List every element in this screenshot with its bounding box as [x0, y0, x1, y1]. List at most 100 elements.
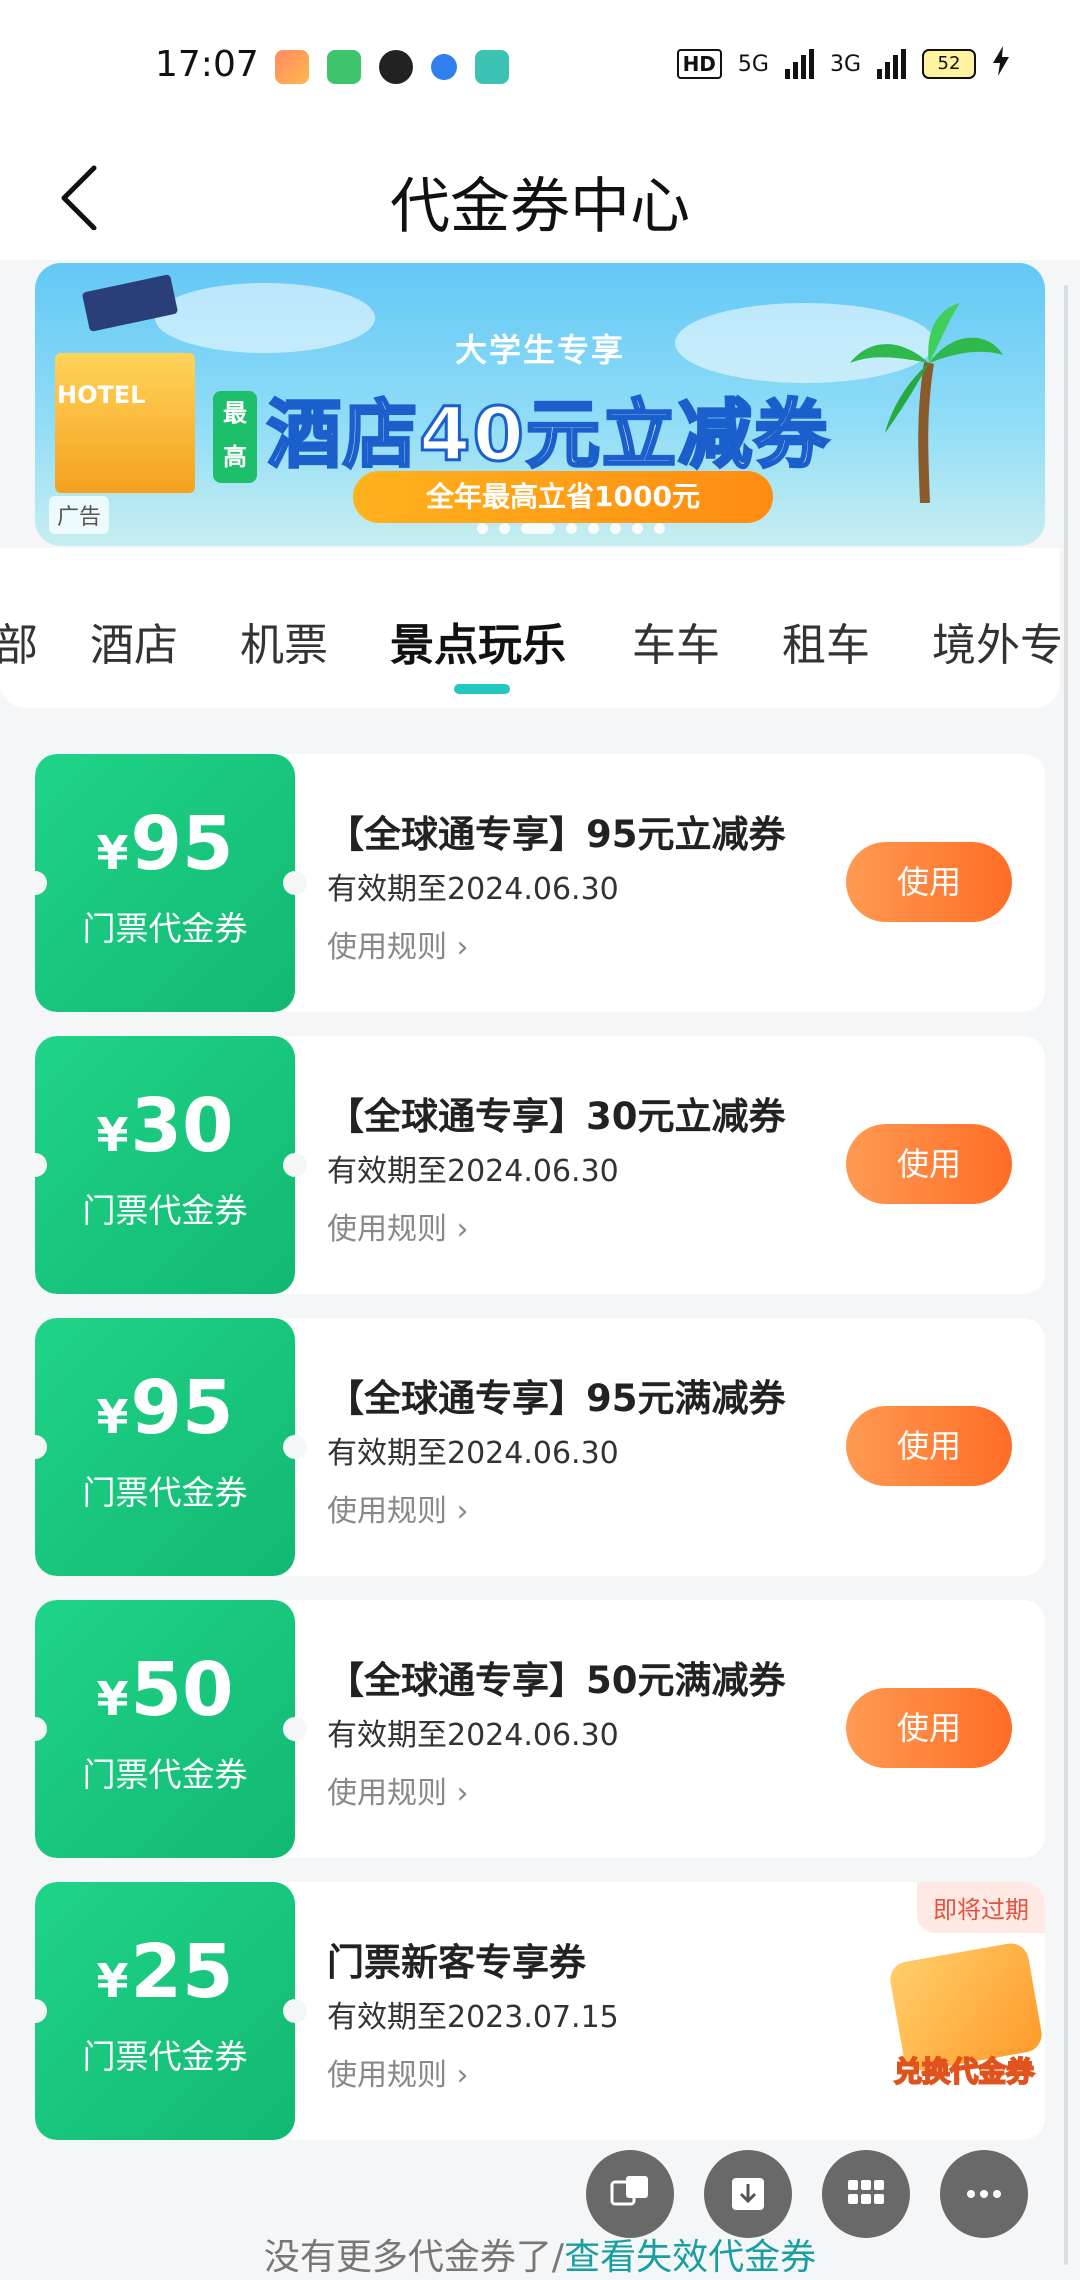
- wechat-icon: [379, 50, 413, 84]
- download-icon: [732, 2178, 764, 2210]
- tab-car[interactable]: 车车: [632, 620, 720, 672]
- charging-icon: [992, 46, 1010, 82]
- use-coupon-button[interactable]: 使用: [846, 1688, 1012, 1768]
- signal-icon: [877, 49, 906, 79]
- coupon-title: 【全球通专享】95元满减券: [327, 1377, 786, 1420]
- carousel-dot: [632, 523, 643, 534]
- use-coupon-button[interactable]: 使用: [846, 1406, 1012, 1486]
- battery-icon: 52: [922, 49, 976, 79]
- more-button[interactable]: [940, 2150, 1028, 2238]
- download-button[interactable]: [704, 2150, 792, 2238]
- banner-headline: 酒店40元立减券: [266, 391, 830, 480]
- tab-hotel[interactable]: 酒店: [90, 620, 178, 672]
- tab-flight[interactable]: 机票: [240, 620, 328, 672]
- ticket-notch: [283, 1717, 307, 1741]
- music-icon: [475, 50, 509, 84]
- coupon-amount: ¥30: [96, 1083, 234, 1169]
- coupon-value-panel: ¥95 门票代金券: [35, 1318, 295, 1576]
- carousel-dot: [499, 523, 510, 534]
- coupon-rules-link[interactable]: 使用规则 ›: [327, 1486, 469, 1530]
- coupon-value-panel: ¥30 门票代金券: [35, 1036, 295, 1294]
- coupon-title: 门票新客专享券: [327, 1941, 586, 1984]
- tab-overseas[interactable]: 境外专享: [932, 620, 1060, 672]
- ticket-notch: [283, 1153, 307, 1177]
- banner-subtitle: 大学生专享: [454, 331, 625, 369]
- grid-icon: [848, 2180, 884, 2204]
- coupon-title: 【全球通专享】95元立减券: [327, 813, 786, 856]
- carousel-dot: [654, 523, 665, 534]
- game-icon: [275, 50, 309, 84]
- coupon-type: 门票代金券: [82, 909, 248, 948]
- translate-icon: [610, 2176, 648, 2206]
- clock: 17:07: [155, 44, 259, 85]
- carousel-dot: [588, 523, 599, 534]
- coupon-card[interactable]: ¥95 门票代金券 【全球通专享】95元立减券 有效期至2024.06.30 使…: [35, 754, 1045, 1012]
- page-header: 代金券中心: [0, 130, 1080, 260]
- messages-icon: [327, 50, 361, 84]
- exchange-coupon-button[interactable]: 兑换代金券: [876, 1940, 1052, 2102]
- translate-button[interactable]: [586, 2150, 674, 2238]
- apps-grid-button[interactable]: [822, 2150, 910, 2238]
- coupon-card[interactable]: ¥95 门票代金券 【全球通专享】95元满减券 有效期至2024.06.30 使…: [35, 1318, 1045, 1576]
- carousel-dot: [566, 523, 577, 534]
- coupon-value-panel: ¥95 门票代金券: [35, 754, 295, 1012]
- signal-icon: [784, 49, 814, 79]
- coupon-title: 【全球通专享】30元立减券: [327, 1095, 786, 1138]
- coupon-type: 门票代金券: [82, 2037, 248, 2076]
- coupon-amount: ¥25: [96, 1929, 234, 2015]
- coupon-validity: 有效期至2023.07.15: [327, 2000, 619, 2035]
- hotel-building-icon: [55, 353, 195, 493]
- page-title: 代金券中心: [390, 172, 690, 242]
- coupon-validity: 有效期至2024.06.30: [327, 1154, 619, 1189]
- coupon-rules-link[interactable]: 使用规则 ›: [327, 922, 469, 966]
- use-coupon-button[interactable]: 使用: [846, 842, 1012, 922]
- coupon-type: 门票代金券: [82, 1191, 248, 1230]
- more-icon: [967, 2190, 1001, 2198]
- promo-banner[interactable]: HOTEL 大学生专享 最高 酒店40元立减券 全年最高立省1000元 广告: [35, 263, 1045, 546]
- coupon-amount: ¥95: [96, 1365, 234, 1451]
- notification-icons: [275, 50, 509, 84]
- coupon-rules-link[interactable]: 使用规则 ›: [327, 1768, 469, 1812]
- category-tabs: 部 酒店 机票 景点玩乐 车车 租车 境外专享: [0, 548, 1060, 708]
- status-bar: 17:07 HD 5G 3G 52: [0, 0, 1080, 130]
- coupon-type: 门票代金券: [82, 1755, 248, 1794]
- coupon-card[interactable]: ¥50 门票代金券 【全球通专享】50元满减券 有效期至2024.06.30 使…: [35, 1600, 1045, 1858]
- tab-all[interactable]: 部: [0, 620, 38, 672]
- coupon-amount: ¥50: [96, 1647, 234, 1733]
- browser-icon: [431, 54, 457, 80]
- carousel-dot: [610, 523, 621, 534]
- ad-label: 广告: [49, 496, 110, 534]
- coupon-card[interactable]: ¥30 门票代金券 【全球通专享】30元立减券 有效期至2024.06.30 使…: [35, 1036, 1045, 1294]
- coupon-validity: 有效期至2024.06.30: [327, 872, 619, 907]
- carousel-dot-active: [521, 523, 555, 534]
- coupon-rules-link[interactable]: 使用规则 ›: [327, 2050, 469, 2094]
- active-tab-indicator: [454, 684, 510, 694]
- use-coupon-button[interactable]: 使用: [846, 1124, 1012, 1204]
- hd-indicator: HD: [676, 49, 722, 79]
- list-footer: 没有更多代金券了/查看失效代金券: [0, 2228, 1080, 2280]
- coupon-validity: 有效期至2024.06.30: [327, 1436, 619, 1471]
- exchange-coupon-label: 兑换代金券: [893, 2054, 1035, 2089]
- coupon-title: 【全球通专享】50元满减券: [327, 1659, 786, 1702]
- coupon-value-panel: ¥25 门票代金券: [35, 1882, 295, 2140]
- coupon-rules-link[interactable]: 使用规则 ›: [327, 1204, 469, 1248]
- ticket-notch: [283, 1435, 307, 1459]
- system-indicators: HD 5G 3G 52: [676, 46, 1010, 82]
- network-5g-label: 5G: [737, 51, 769, 77]
- scrollbar[interactable]: [1064, 285, 1068, 2265]
- hotel-sign: HOTEL: [57, 381, 146, 409]
- no-more-text: 没有更多代金券了/: [263, 2237, 565, 2278]
- banner-strip: 全年最高立省1000元: [353, 471, 773, 523]
- view-expired-coupons-link[interactable]: 查看失效代金券: [564, 2237, 816, 2278]
- ticket-notch: [283, 871, 307, 895]
- coupon-value-panel: ¥50 门票代金券: [35, 1600, 295, 1858]
- tab-attractions[interactable]: 景点玩乐: [390, 620, 566, 672]
- tab-car-rental[interactable]: 租车: [782, 620, 870, 672]
- coupon-validity: 有效期至2024.06.30: [327, 1718, 619, 1753]
- expiring-soon-badge: 即将过期: [917, 1882, 1045, 1933]
- carousel-indicator: [477, 523, 665, 534]
- network-3g-label: 3G: [829, 51, 861, 77]
- carousel-dot: [477, 523, 488, 534]
- coupon-type: 门票代金券: [82, 1473, 248, 1512]
- banner-max-badge: 最高: [213, 391, 257, 483]
